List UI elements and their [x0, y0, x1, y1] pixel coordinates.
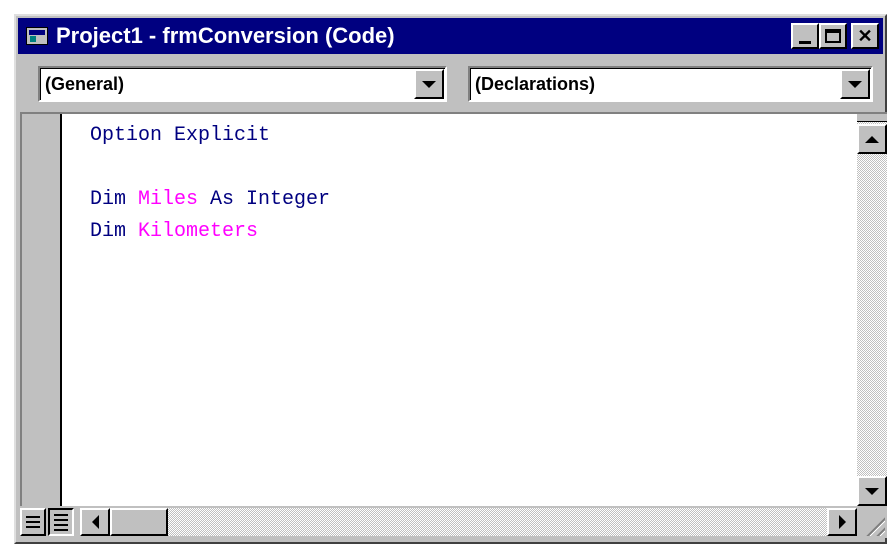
resize-grip[interactable] — [857, 508, 887, 538]
scroll-down-button[interactable] — [857, 476, 887, 506]
code-identifier: Kilometers — [138, 220, 259, 243]
arrow-right-icon — [838, 515, 846, 529]
object-combo-value: (General) — [45, 74, 125, 94]
code-keyword: Dim — [90, 188, 139, 211]
procedure-view-icon-line — [26, 526, 40, 528]
minimize-button[interactable] — [791, 23, 819, 49]
procedure-view-button[interactable] — [20, 508, 46, 536]
horizontal-scrollbar[interactable] — [80, 508, 857, 536]
chevron-down-icon — [422, 80, 436, 88]
arrow-left-icon — [91, 515, 99, 529]
title-bar[interactable]: Project1 - frmConversion (Code) ✕ — [18, 18, 883, 54]
code-editor: Option Explicit Dim Miles As Integer Dim … — [20, 112, 887, 506]
chevron-down-icon — [848, 80, 862, 88]
arrow-up-icon — [865, 135, 879, 143]
code-line[interactable]: Dim Miles As Integer — [90, 184, 857, 216]
procedure-combo-value: (Declarations) — [475, 74, 596, 94]
window-title: Project1 - frmConversion (Code) — [56, 23, 395, 48]
vertical-scrollbar[interactable] — [857, 114, 887, 506]
code-line[interactable]: Dim Kilometers — [90, 216, 857, 248]
code-identifier: Miles — [138, 188, 199, 211]
scroll-up-button[interactable] — [857, 124, 887, 154]
code-window-icon[interactable] — [26, 27, 48, 45]
minimize-icon — [799, 40, 811, 44]
margin-indicator-bar[interactable] — [22, 114, 62, 506]
scroll-right-button[interactable] — [827, 508, 857, 536]
procedure-combo-dropdown-button[interactable] — [840, 69, 870, 99]
full-module-view-icon — [54, 513, 68, 516]
code-line[interactable] — [90, 152, 857, 184]
scroll-left-button[interactable] — [80, 508, 110, 536]
close-icon: ✕ — [857, 26, 873, 46]
bottom-bar — [20, 506, 887, 538]
full-module-view-icon-line — [54, 528, 68, 531]
close-button[interactable]: ✕ — [851, 23, 879, 49]
code-keyword: Option Explicit — [90, 124, 271, 147]
code-text-area[interactable]: Option Explicit Dim Miles As Integer Dim … — [64, 114, 857, 506]
procedure-combo[interactable]: (Declarations) — [468, 66, 873, 102]
full-module-view-icon-line — [54, 518, 68, 521]
code-keyword: As Integer — [198, 188, 331, 211]
maximize-button[interactable] — [819, 23, 847, 49]
full-module-view-button[interactable] — [48, 508, 74, 536]
split-bar[interactable] — [857, 114, 887, 122]
code-line[interactable]: Option Explicit — [90, 120, 857, 152]
full-module-view-icon-line — [54, 523, 68, 526]
procedure-view-icon-line — [26, 521, 40, 523]
procedure-view-icon — [26, 516, 40, 518]
title-buttons: ✕ — [791, 23, 879, 49]
arrow-down-icon — [865, 487, 879, 495]
code-keyword: Dim — [90, 220, 139, 243]
code-window: Project1 - frmConversion (Code) ✕ (Gener… — [14, 14, 887, 544]
object-combo-dropdown-button[interactable] — [414, 69, 444, 99]
object-combo[interactable]: (General) — [38, 66, 447, 102]
maximize-icon — [825, 29, 841, 43]
horizontal-scroll-thumb[interactable] — [110, 508, 168, 536]
combo-row: (General) (Declarations) — [18, 54, 883, 112]
